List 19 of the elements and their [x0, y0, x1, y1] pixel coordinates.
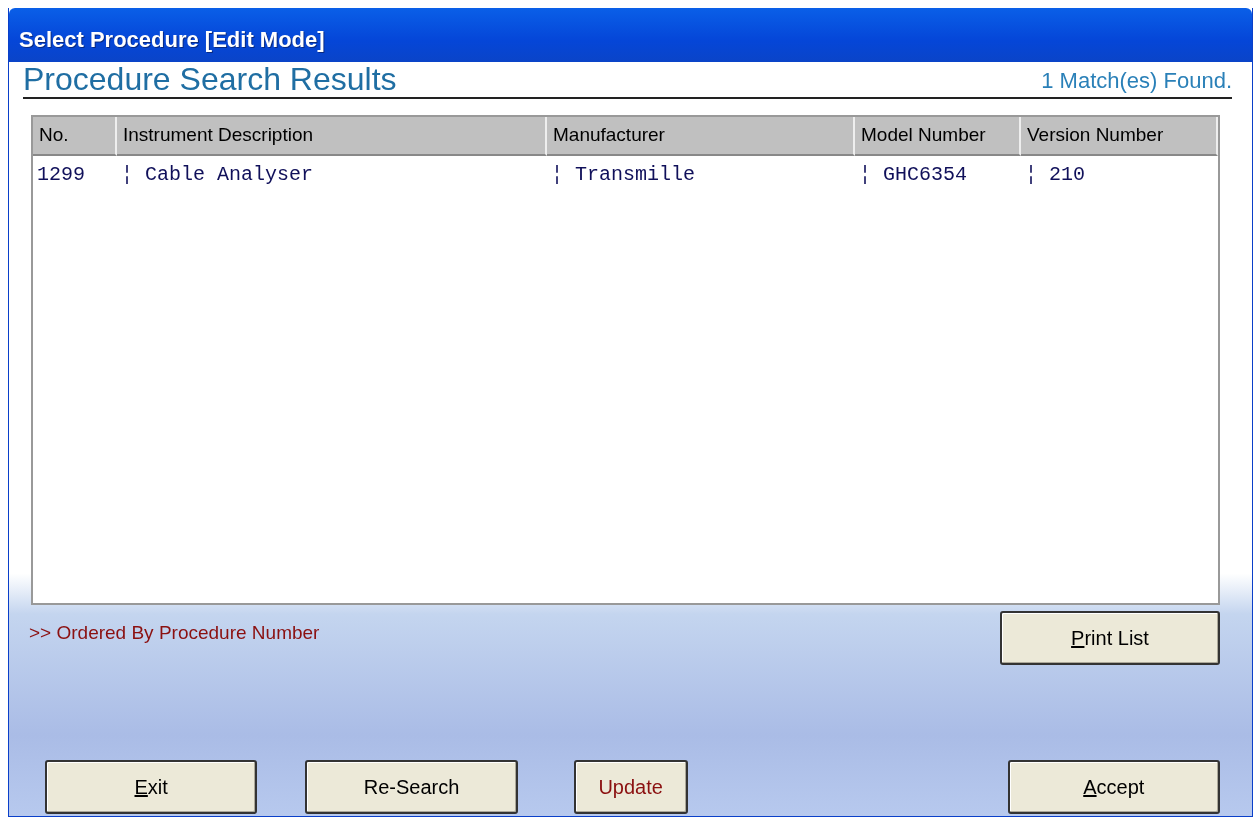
table-cell-text: ¦ GHC6354: [858, 161, 969, 188]
exit-button[interactable]: Exit: [45, 760, 258, 814]
column-header[interactable]: Version Number: [1021, 117, 1218, 156]
page-heading: Procedure Search Results: [23, 62, 397, 98]
order-note: >> Ordered By Procedure Number: [29, 621, 320, 646]
re-search-button[interactable]: Re-Search: [305, 760, 518, 814]
table-cell-text: ¦ 210: [1024, 161, 1086, 188]
column-header[interactable]: Manufacturer: [547, 117, 855, 156]
column-header[interactable]: Instrument Description: [117, 117, 547, 156]
window-title: Select Procedure [Edit Mode]: [9, 8, 1252, 62]
update-button[interactable]: Update: [573, 760, 688, 814]
print-list-button[interactable]: Print List: [1000, 611, 1220, 666]
match-count: 1 Match(es) Found.: [1041, 67, 1232, 96]
column-header[interactable]: No.: [33, 117, 117, 156]
column-header[interactable]: Model Number: [855, 117, 1021, 156]
accept-button[interactable]: Accept: [1007, 760, 1220, 814]
table-cell-text: 1299: [36, 161, 86, 188]
table-cell-text: ¦ Cable Analyser: [120, 161, 315, 188]
table-cell-text: ¦ Transmille: [550, 161, 697, 188]
